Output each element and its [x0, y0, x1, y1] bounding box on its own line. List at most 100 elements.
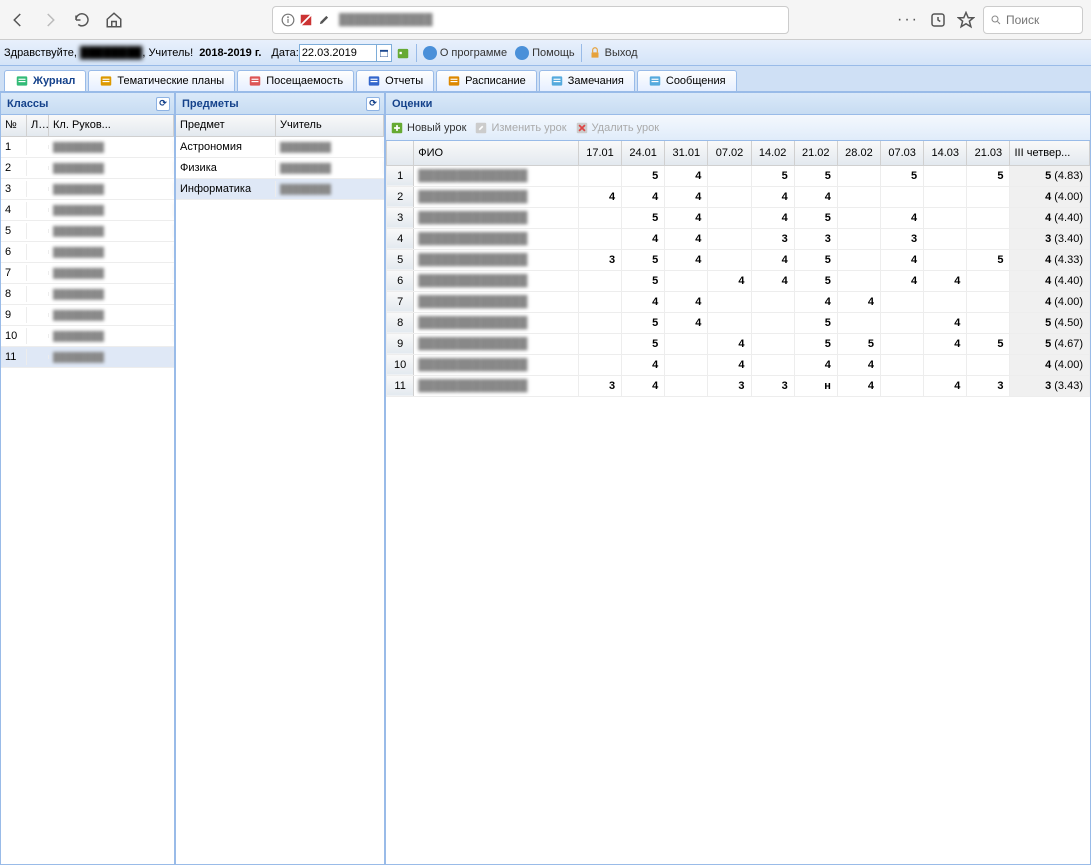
grade-cell[interactable] [578, 207, 621, 228]
col-header-date[interactable]: 28.02 [837, 141, 880, 165]
exit-link[interactable]: Выход [588, 46, 638, 60]
grade-cell[interactable] [967, 207, 1010, 228]
grade-cell[interactable]: 4 [794, 186, 837, 207]
grade-cell[interactable]: 4 [881, 270, 924, 291]
grade-cell[interactable]: 5 [881, 165, 924, 186]
class-row[interactable]: 1████████ [1, 137, 174, 158]
grade-row[interactable]: 1██████████████5455555 (4.83) [387, 165, 1090, 186]
grade-row[interactable]: 9██████████████5455455 (4.67) [387, 333, 1090, 354]
grade-cell[interactable]: 5 [622, 249, 665, 270]
class-row[interactable]: 11████████ [1, 347, 174, 368]
grade-cell[interactable]: 3 [967, 375, 1010, 396]
grade-cell[interactable]: 4 [924, 375, 967, 396]
home-button[interactable] [104, 10, 124, 30]
tab-Расписание[interactable]: Расписание [436, 70, 537, 91]
grade-cell[interactable] [924, 165, 967, 186]
grade-cell[interactable]: 4 [794, 354, 837, 375]
grade-cell[interactable]: 5 [794, 207, 837, 228]
grade-cell[interactable]: 5 [794, 249, 837, 270]
grade-cell[interactable] [751, 312, 794, 333]
col-header-date[interactable]: 07.03 [881, 141, 924, 165]
grade-cell[interactable] [924, 354, 967, 375]
grade-cell[interactable]: 4 [665, 186, 708, 207]
grade-cell[interactable] [578, 333, 621, 354]
grade-cell[interactable]: 5 [622, 270, 665, 291]
col-header-date[interactable]: 07.02 [708, 141, 751, 165]
grade-cell[interactable] [924, 186, 967, 207]
new-lesson-button[interactable]: Новый урок [390, 121, 466, 135]
subject-row[interactable]: Астрономия████████ [176, 137, 384, 158]
grade-cell[interactable] [578, 291, 621, 312]
grade-cell[interactable]: 3 [881, 228, 924, 249]
help-link[interactable]: Помощь [515, 46, 575, 60]
grade-cell[interactable] [881, 333, 924, 354]
tab-Посещаемость[interactable]: Посещаемость [237, 70, 354, 91]
grade-cell[interactable]: 3 [751, 375, 794, 396]
grade-cell[interactable] [881, 375, 924, 396]
grade-cell[interactable] [837, 228, 880, 249]
grade-cell[interactable] [837, 312, 880, 333]
grade-cell[interactable] [665, 270, 708, 291]
reload-button[interactable] [72, 10, 92, 30]
tab-Журнал[interactable]: Журнал [4, 70, 86, 91]
class-row[interactable]: 10████████ [1, 326, 174, 347]
grade-cell[interactable] [665, 333, 708, 354]
grade-cell[interactable] [708, 291, 751, 312]
col-header-no[interactable]: № [1, 115, 27, 136]
grade-cell[interactable]: 3 [578, 375, 621, 396]
grade-cell[interactable] [837, 165, 880, 186]
grade-cell[interactable] [967, 270, 1010, 291]
grade-cell[interactable]: 4 [708, 270, 751, 291]
col-header-date[interactable]: 31.01 [665, 141, 708, 165]
grade-cell[interactable] [924, 249, 967, 270]
grade-cell[interactable]: 4 [665, 165, 708, 186]
grade-cell[interactable]: 4 [708, 333, 751, 354]
browser-search[interactable] [983, 6, 1083, 34]
grade-cell[interactable] [665, 375, 708, 396]
grade-cell[interactable]: 5 [622, 207, 665, 228]
class-row[interactable]: 6████████ [1, 242, 174, 263]
grade-cell[interactable] [578, 228, 621, 249]
grade-cell[interactable] [837, 207, 880, 228]
grade-cell[interactable]: 4 [665, 312, 708, 333]
grade-cell[interactable] [665, 354, 708, 375]
grade-cell[interactable]: 5 [837, 333, 880, 354]
bookmark-icon[interactable] [957, 11, 975, 29]
grade-cell[interactable] [967, 186, 1010, 207]
grade-row[interactable]: 3██████████████544544 (4.40) [387, 207, 1090, 228]
grade-cell[interactable]: 4 [924, 333, 967, 354]
grade-cell[interactable] [578, 312, 621, 333]
tab-Замечания[interactable]: Замечания [539, 70, 635, 91]
grade-cell[interactable] [881, 186, 924, 207]
col-header-date[interactable]: 14.02 [751, 141, 794, 165]
grade-cell[interactable]: 5 [794, 270, 837, 291]
grade-cell[interactable] [967, 312, 1010, 333]
grade-cell[interactable]: 5 [967, 165, 1010, 186]
edit-lesson-button[interactable]: Изменить урок [474, 121, 566, 135]
grade-cell[interactable]: 4 [881, 207, 924, 228]
info-icon[interactable] [281, 13, 295, 27]
class-row[interactable]: 5████████ [1, 221, 174, 242]
tab-Отчеты[interactable]: Отчеты [356, 70, 434, 91]
grade-cell[interactable]: 4 [622, 291, 665, 312]
grade-row[interactable]: 2██████████████444444 (4.00) [387, 186, 1090, 207]
grade-cell[interactable]: 5 [967, 249, 1010, 270]
grade-cell[interactable] [708, 228, 751, 249]
grade-cell[interactable] [708, 207, 751, 228]
grade-cell[interactable]: 3 [794, 228, 837, 249]
col-header-date[interactable]: 24.01 [622, 141, 665, 165]
class-row[interactable]: 4████████ [1, 200, 174, 221]
reader-icon[interactable] [929, 11, 947, 29]
class-row[interactable]: 9████████ [1, 305, 174, 326]
col-header-teach[interactable]: Учитель [276, 115, 384, 136]
grade-row[interactable]: 8██████████████54545 (4.50) [387, 312, 1090, 333]
grade-cell[interactable] [578, 354, 621, 375]
block-icon[interactable] [299, 13, 313, 27]
col-header-date[interactable]: 17.01 [578, 141, 621, 165]
subject-row[interactable]: Физика████████ [176, 158, 384, 179]
grade-cell[interactable]: 4 [622, 354, 665, 375]
col-header-fio[interactable]: ФИО [414, 141, 579, 165]
grade-cell[interactable]: 4 [837, 291, 880, 312]
address-bar[interactable]: ████████████ [272, 6, 789, 34]
tab-Тематические планы[interactable]: Тематические планы [88, 70, 235, 91]
